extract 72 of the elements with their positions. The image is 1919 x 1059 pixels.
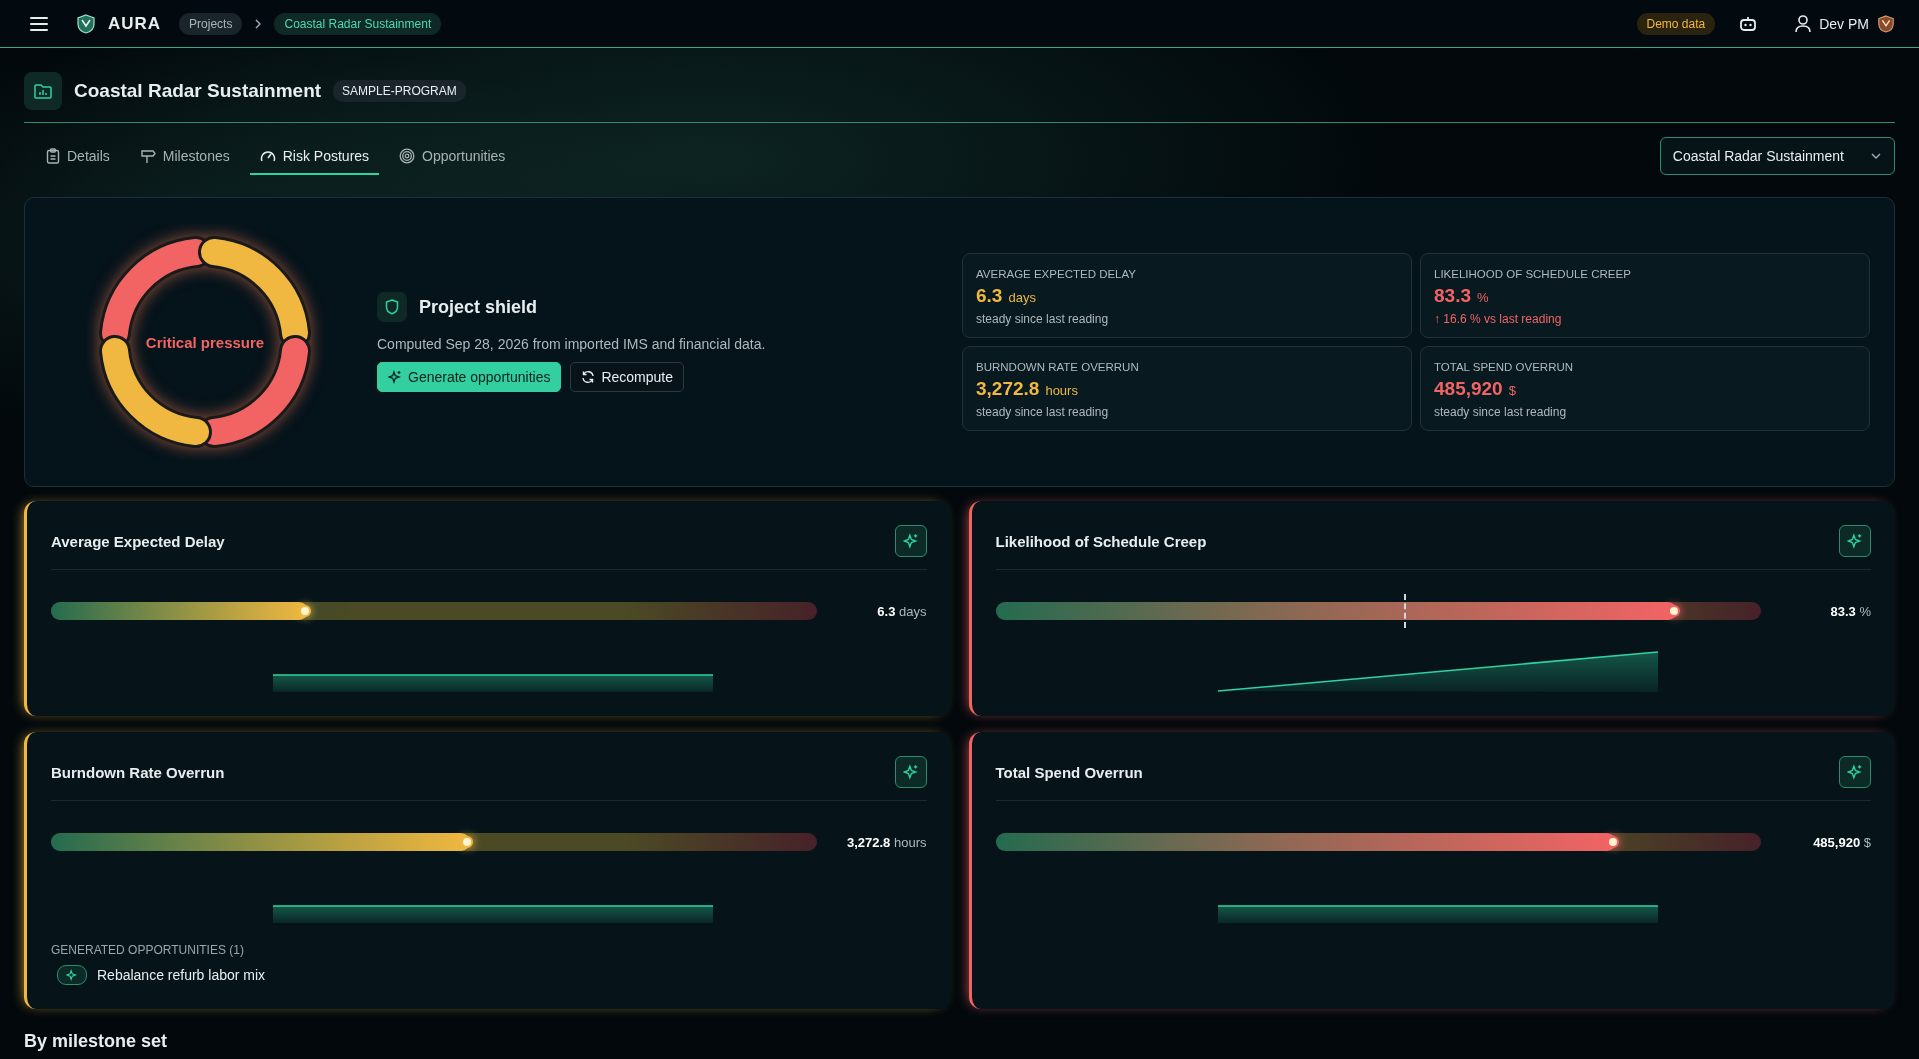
menu-icon[interactable] xyxy=(30,15,48,32)
signpost-icon xyxy=(139,147,156,164)
shield-avatar-icon xyxy=(1877,13,1895,34)
metric-value: 3,272.8 xyxy=(976,378,1040,400)
risk-value: 485,920 xyxy=(1813,834,1861,850)
metric-note: steady since last reading xyxy=(976,405,1110,419)
sparkle-button[interactable] xyxy=(894,756,927,788)
project-title: Coastal Radar Sustainment xyxy=(74,80,322,102)
sparkle-button[interactable] xyxy=(1839,756,1871,788)
status-label: Critical pressure xyxy=(145,333,265,351)
sparkle-icon xyxy=(57,965,87,985)
metric-value: 485,920 xyxy=(1434,378,1503,400)
sparkle-icon xyxy=(388,370,402,384)
metric-note: steady since last reading xyxy=(976,312,1110,326)
clipboard-icon xyxy=(46,147,60,164)
risk-value: 3,272.8 xyxy=(846,834,891,850)
metric-label: LIKELIHOOD OF SCHEDULE CREEP xyxy=(1434,268,1632,280)
metric-unit: days xyxy=(1008,290,1036,305)
user-name[interactable]: Dev PM xyxy=(1819,15,1869,32)
risk-value: 83.3 xyxy=(1830,603,1856,619)
metric-note: steady since last reading xyxy=(1434,405,1568,419)
sparkle-icon xyxy=(902,764,919,780)
breadcrumb-link[interactable]: Projects xyxy=(179,12,243,35)
computed-note: Computed Sep 28, 2026 from imported IMS and financial data. xyxy=(377,336,767,352)
chevron-down-icon xyxy=(1870,152,1882,160)
metric-unit: % xyxy=(1477,290,1489,305)
risk-unit: hours xyxy=(893,834,927,850)
metric-unit: hours xyxy=(1045,383,1078,398)
card-title: Average Expected Delay xyxy=(51,532,225,550)
recompute-button[interactable]: Recompute xyxy=(570,362,685,392)
risk-unit: % xyxy=(1859,603,1871,619)
tab[interactable]: Risk Postures xyxy=(249,137,380,175)
sparkle-icon xyxy=(1847,533,1863,549)
risk-unit: days xyxy=(899,603,927,619)
opportunity-link[interactable]: Rebalance refurb labor mix xyxy=(97,967,266,983)
metric-label: AVERAGE EXPECTED DELAY xyxy=(976,268,1137,280)
metric-label: BURNDOWN RATE OVERRUN xyxy=(976,361,1140,373)
shield-icon xyxy=(377,292,407,322)
tab[interactable]: Milestones xyxy=(129,137,240,175)
sparkle-icon xyxy=(902,533,919,549)
metric-unit: $ xyxy=(1508,383,1516,398)
metric-change: ↑ 16.6 % vs last reading xyxy=(1434,312,1563,326)
demo-data-badge: Demo data xyxy=(1636,12,1716,35)
target-icon xyxy=(399,147,416,164)
tab[interactable]: Opportunities xyxy=(389,137,516,175)
sparkle-button[interactable] xyxy=(1839,525,1871,557)
card-title: Likelihood of Schedule Creep xyxy=(995,532,1207,550)
card-title: Burndown Rate Overrun xyxy=(51,763,225,781)
project-select[interactable]: Coastal Radar Sustainment xyxy=(1659,137,1895,175)
program-tag: SAMPLE-PROGRAM xyxy=(333,80,466,102)
risk-value: 6.3 xyxy=(877,603,896,619)
section-heading: By milestone set xyxy=(24,1031,169,1052)
chevron-right-icon xyxy=(254,18,263,29)
gauge-icon xyxy=(259,148,276,163)
metric-value: 6.3 xyxy=(976,285,1003,307)
metric-value: 83.3 xyxy=(1434,285,1471,307)
breadcrumb-link[interactable]: Coastal Radar Sustainment xyxy=(274,12,442,35)
sparkle-icon xyxy=(1847,764,1863,780)
risk-unit: $ xyxy=(1863,834,1871,850)
user-icon xyxy=(1795,14,1812,33)
brand-name: AURA xyxy=(108,13,162,34)
tab[interactable]: Details xyxy=(36,137,120,175)
refresh-icon xyxy=(581,370,596,384)
robot-icon[interactable] xyxy=(1739,15,1758,32)
card-title: Total Spend Overrun xyxy=(995,763,1143,781)
opportunities-heading: GENERATED OPPORTUNITIES (1) xyxy=(51,943,245,957)
sparkle-button[interactable] xyxy=(894,525,927,557)
metric-label: TOTAL SPEND OVERRUN xyxy=(1434,361,1575,373)
generate-button[interactable]: Generate opportunities xyxy=(377,362,562,392)
shield-title: Project shield xyxy=(419,296,538,318)
logo-icon xyxy=(76,13,96,34)
folder-chart-icon xyxy=(24,72,62,110)
